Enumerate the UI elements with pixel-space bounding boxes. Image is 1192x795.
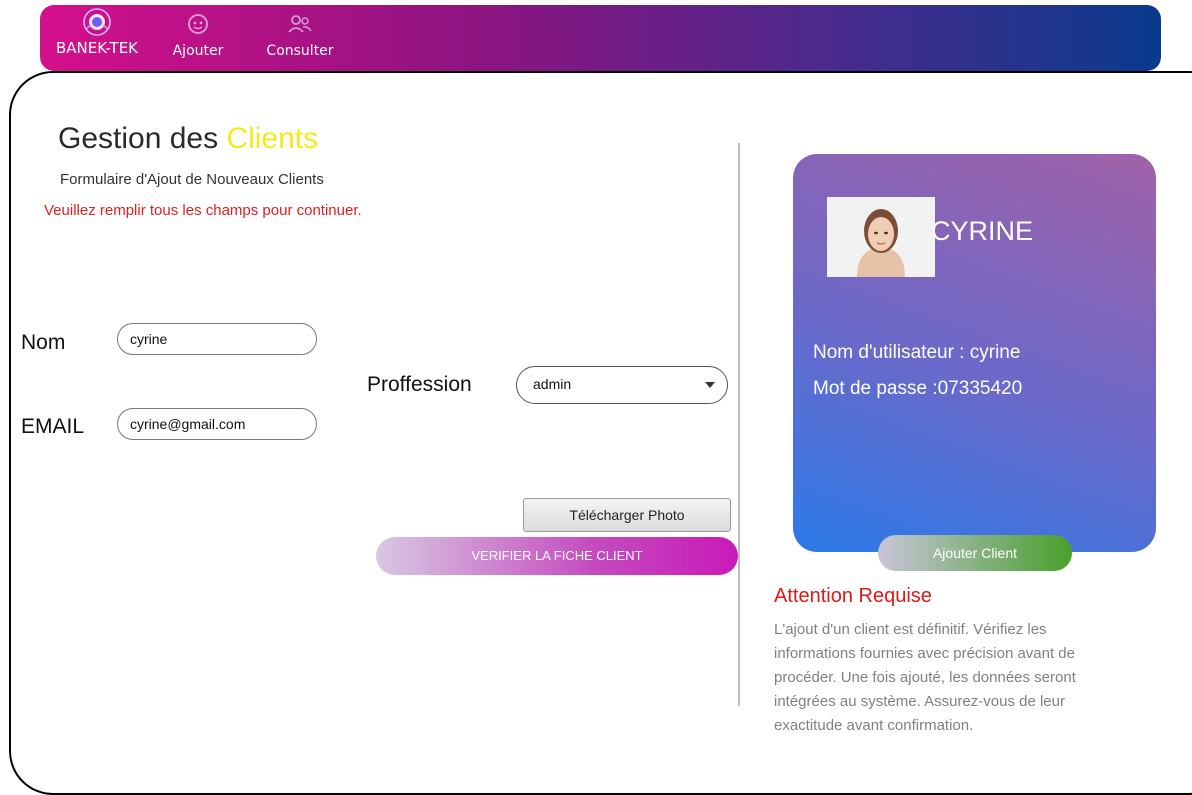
nom-label: Nom <box>21 331 66 354</box>
form-warning: Veuillez remplir tous les champs pour co… <box>44 202 362 219</box>
nav-brand-label: BANEK-TEK <box>55 39 139 57</box>
username-display: Nom d'utilisateur : cyrine <box>813 342 1021 363</box>
client-preview-card: CYRINE Nom d'utilisateur : cyrine Mot de… <box>793 154 1156 552</box>
nav-view-label: Consulter <box>266 43 334 59</box>
email-label: EMAIL <box>21 415 85 438</box>
client-name-display: CYRINE <box>931 216 1034 246</box>
target-logo-icon <box>83 8 111 36</box>
page-title-main: Gestion des <box>58 122 227 155</box>
profession-selected-value: admin <box>533 376 572 392</box>
page-title: Gestion des Clients <box>58 122 318 156</box>
add-client-button[interactable]: Ajouter Client <box>878 535 1072 571</box>
page-subtitle: Formulaire d'Ajout de Nouveaux Clients <box>60 171 324 188</box>
attention-title: Attention Requise <box>774 585 932 607</box>
nav-brand[interactable]: BANEK-TEK <box>52 7 142 57</box>
woman-portrait-icon <box>827 197 935 277</box>
password-display: Mot de passe :07335420 <box>813 378 1023 399</box>
attention-body: L'ajout d'un client est définitif. Vérif… <box>774 621 1076 734</box>
verify-client-button[interactable]: VERIFIER LA FICHE CLIENT <box>376 537 738 575</box>
face-icon <box>188 14 208 34</box>
chevron-down-icon <box>705 382 715 388</box>
vertical-divider <box>738 143 740 706</box>
top-navigation-bar: BANEK-TEK Ajouter Consulter <box>40 5 1161 71</box>
nav-add-label: Ajouter <box>172 43 224 59</box>
nav-view[interactable]: Consulter <box>260 13 340 59</box>
nav-add[interactable]: Ajouter <box>168 13 228 59</box>
client-photo <box>827 197 935 277</box>
nom-input[interactable]: cyrine <box>117 323 317 355</box>
upload-photo-button[interactable]: Télécharger Photo <box>523 498 731 532</box>
profession-select[interactable]: admin <box>516 366 728 404</box>
profession-label: Proffession <box>367 373 472 396</box>
email-input[interactable]: cyrine@gmail.com <box>117 408 317 440</box>
page-title-accent: Clients <box>226 122 319 155</box>
users-icon <box>288 15 312 33</box>
